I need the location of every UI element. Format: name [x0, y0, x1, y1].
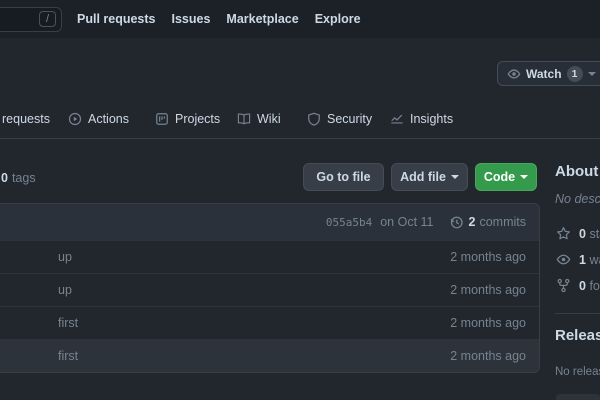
- tags-label: tags: [12, 171, 36, 185]
- go-to-file-label: Go to file: [316, 170, 370, 184]
- tags-link[interactable]: 0 tags: [0, 170, 36, 185]
- commit-hash-link[interactable]: 055a5b4: [326, 216, 372, 229]
- tab-label: Actions: [88, 112, 129, 126]
- top-nav-links: Pull requests Issues Marketplace Explore: [77, 0, 361, 38]
- code-button[interactable]: Code: [475, 163, 537, 191]
- add-file-button[interactable]: Add file: [391, 163, 468, 191]
- github-repo-page: / Pull requests Issues Marketplace Explo…: [0, 0, 600, 400]
- repo-description: No description: [555, 192, 600, 206]
- stars-label: stars: [589, 227, 600, 241]
- nav-marketplace[interactable]: Marketplace: [226, 12, 298, 26]
- nav-issues[interactable]: Issues: [172, 12, 211, 26]
- watch-count-badge: 1: [567, 66, 583, 82]
- nav-explore[interactable]: Explore: [315, 12, 361, 26]
- commits-label[interactable]: commits: [479, 215, 526, 229]
- eye-icon: [507, 67, 521, 81]
- add-file-label: Add file: [400, 170, 446, 184]
- stars-link[interactable]: 0 stars: [556, 226, 600, 241]
- tab-actions[interactable]: Actions: [68, 100, 129, 138]
- watching-link[interactable]: 1 watching: [556, 252, 600, 267]
- tab-label: Projects: [175, 112, 220, 126]
- book-icon: [237, 112, 251, 126]
- repo-tab-bar: requests Actions Projects Wiki Security …: [0, 100, 600, 139]
- top-nav-bar: / Pull requests Issues Marketplace Explo…: [0, 0, 600, 38]
- tab-label: Wiki: [257, 112, 281, 126]
- commit-date: on Oct 11: [380, 215, 433, 229]
- tab-insights[interactable]: Insights: [390, 100, 453, 138]
- tab-label: Insights: [410, 112, 453, 126]
- about-heading: About: [555, 163, 598, 180]
- releases-empty-text: No releases: [555, 366, 600, 378]
- latest-commit-bar: 055a5b4 on Oct 11 2 commits: [0, 204, 539, 240]
- watch-button[interactable]: Watch 1: [497, 61, 600, 86]
- code-label: Code: [484, 170, 515, 184]
- history-icon[interactable]: [449, 215, 464, 230]
- commit-age: 2 months ago: [450, 283, 526, 297]
- chevron-down-icon: [451, 175, 459, 179]
- tags-count: 0: [1, 171, 8, 185]
- slash-shortcut-key: /: [39, 11, 56, 27]
- project-icon: [155, 112, 169, 126]
- forks-link[interactable]: 0 forks: [556, 278, 600, 293]
- watching-count: 1: [579, 253, 586, 267]
- table-row: up 2 months ago: [0, 273, 539, 306]
- sidebar-divider: [555, 313, 600, 314]
- nav-pull-requests[interactable]: Pull requests: [77, 12, 156, 26]
- tab-label: requests: [2, 112, 50, 126]
- forks-count: 0: [579, 279, 586, 293]
- sidebar-bottom-box: [556, 394, 600, 400]
- commit-message-link[interactable]: up: [58, 250, 450, 264]
- shield-icon: [307, 112, 321, 126]
- tab-wiki[interactable]: Wiki: [237, 100, 281, 138]
- play-circle-icon: [68, 112, 82, 126]
- chevron-down-icon: [520, 175, 528, 179]
- forks-label: forks: [589, 279, 600, 293]
- commit-age: 2 months ago: [450, 349, 526, 363]
- commit-age: 2 months ago: [450, 316, 526, 330]
- star-icon: [556, 226, 571, 241]
- commit-message-link[interactable]: first: [58, 316, 450, 330]
- tab-security[interactable]: Security: [307, 100, 372, 138]
- commit-message-link[interactable]: first: [58, 349, 450, 363]
- table-row: first 2 months ago: [0, 306, 539, 339]
- table-row: up 2 months ago: [0, 240, 539, 273]
- eye-icon: [556, 252, 571, 267]
- go-to-file-button[interactable]: Go to file: [303, 163, 384, 191]
- fork-icon: [556, 278, 571, 293]
- watch-label: Watch: [526, 67, 562, 81]
- tab-label: Security: [327, 112, 372, 126]
- search-input[interactable]: /: [0, 7, 62, 32]
- graph-icon: [390, 112, 404, 126]
- commit-age: 2 months ago: [450, 250, 526, 264]
- table-row: first 2 months ago: [0, 339, 539, 372]
- watching-label: watching: [589, 253, 600, 267]
- chevron-down-icon: [588, 72, 596, 76]
- tab-projects[interactable]: Projects: [155, 100, 220, 138]
- file-table: 055a5b4 on Oct 11 2 commits up 2 months …: [0, 203, 540, 373]
- commits-count[interactable]: 2: [469, 215, 476, 229]
- stars-count: 0: [579, 227, 586, 241]
- commit-message-link[interactable]: up: [58, 283, 450, 297]
- releases-heading: Releases: [555, 327, 600, 344]
- tab-pull-requests[interactable]: requests: [2, 100, 50, 138]
